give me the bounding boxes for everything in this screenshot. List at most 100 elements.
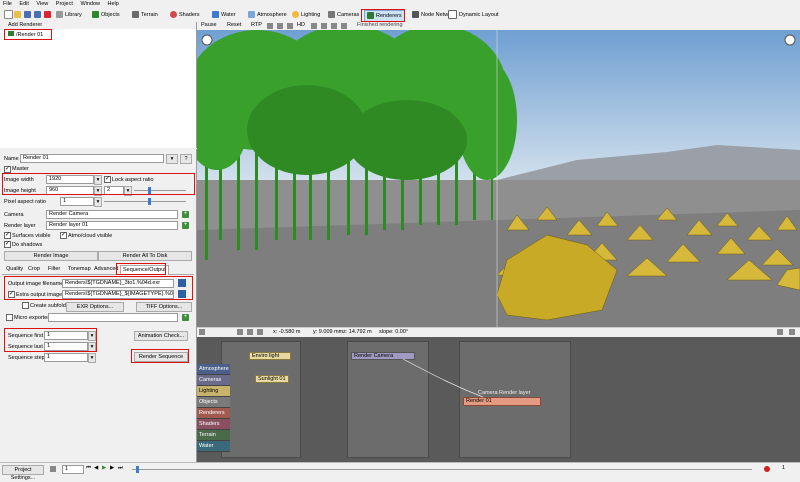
- library-button[interactable]: Library: [54, 10, 84, 20]
- surfaces-visible-checkbox[interactable]: [4, 231, 11, 239]
- tab-filter[interactable]: Filter: [46, 265, 62, 274]
- output-save-icon[interactable]: [178, 279, 186, 287]
- fast-forward-icon[interactable]: ⏭: [118, 465, 123, 472]
- keyframe-icon[interactable]: [50, 466, 56, 472]
- help-button[interactable]: ?: [180, 154, 192, 164]
- micro-exporter-add-icon[interactable]: +: [182, 314, 189, 321]
- seq-first-stepper[interactable]: ▾: [88, 331, 96, 341]
- menu-edit[interactable]: Edit: [16, 0, 31, 8]
- render-list-item[interactable]: /Render 01: [6, 31, 45, 38]
- record-icon[interactable]: [764, 466, 770, 472]
- seq-first-field[interactable]: 1: [44, 331, 88, 340]
- output-filename-field[interactable]: Renders\${TGDNAME}_3to1.%04d.exr: [62, 279, 174, 288]
- atmosphere-button[interactable]: Atmosphere: [246, 10, 289, 20]
- micro-exporter-field[interactable]: [48, 313, 178, 322]
- step-back-icon[interactable]: ◀: [94, 465, 98, 471]
- pixel-aspect-stepper[interactable]: ▾: [94, 197, 102, 207]
- node-network-panel[interactable]: Atmosphere Cameras Lighting Objects Rend…: [197, 337, 800, 462]
- tab-crop[interactable]: Crop: [26, 265, 42, 274]
- camera-field[interactable]: Render Camera: [46, 210, 178, 219]
- menu-project[interactable]: Project: [53, 0, 76, 8]
- renderers-button[interactable]: Renderers: [364, 10, 405, 22]
- step-forward-icon[interactable]: ▶: [110, 465, 114, 471]
- hd-button[interactable]: HD: [297, 22, 305, 28]
- pixel-aspect-field[interactable]: 1: [60, 197, 94, 206]
- expand-icon[interactable]: [199, 329, 205, 335]
- name-options-button[interactable]: ▾: [166, 154, 178, 164]
- tiff-options-button[interactable]: TIFF Options...: [136, 302, 192, 312]
- exr-options-button[interactable]: EXR Options...: [66, 302, 124, 312]
- lock-icon[interactable]: [321, 23, 327, 29]
- render-layer-field[interactable]: Render layer 01: [46, 221, 178, 230]
- render-sequence-button[interactable]: Render Sequence: [134, 352, 188, 362]
- render-layer-add-icon[interactable]: +: [182, 222, 189, 229]
- pause-button[interactable]: Pause: [201, 22, 217, 28]
- extra-output-checkbox[interactable]: [8, 290, 15, 298]
- scale-slider-handle[interactable]: [148, 187, 151, 194]
- menu-help[interactable]: Help: [105, 0, 122, 8]
- water-button[interactable]: Water: [210, 10, 237, 20]
- move-icon[interactable]: [237, 329, 243, 335]
- dynamic-layout-toggle[interactable]: Dynamic Layout: [446, 10, 500, 20]
- reset-button[interactable]: Reset: [227, 22, 241, 28]
- menu-window[interactable]: Window: [77, 0, 103, 8]
- image-height-stepper[interactable]: ▾: [94, 186, 102, 196]
- animation-check-button[interactable]: Animation Check...: [134, 331, 188, 341]
- pixel-aspect-slider-handle[interactable]: [148, 198, 151, 205]
- seq-last-field[interactable]: 1: [44, 342, 88, 351]
- micro-exporter-checkbox[interactable]: [6, 314, 13, 321]
- navigation-icon[interactable]: [201, 34, 213, 46]
- seq-last-stepper[interactable]: ▾: [88, 342, 96, 352]
- create-subfolders-checkbox[interactable]: [22, 302, 29, 309]
- menu-file[interactable]: File: [0, 0, 15, 8]
- master-checkbox[interactable]: [4, 165, 11, 173]
- timeline-track[interactable]: [132, 469, 752, 470]
- name-field[interactable]: Render 01: [20, 154, 164, 163]
- settings-icon[interactable]: [311, 23, 317, 29]
- zoom-icon[interactable]: [257, 329, 263, 335]
- lighting-button[interactable]: Lighting: [290, 10, 322, 20]
- view-icon[interactable]: [267, 23, 273, 29]
- image-width-field[interactable]: 1920: [46, 175, 94, 184]
- atmo-visible-checkbox[interactable]: [60, 231, 67, 239]
- sun-direction-icon[interactable]: [784, 34, 796, 46]
- seq-step-field[interactable]: 1: [44, 353, 88, 362]
- camera-add-icon[interactable]: +: [182, 211, 189, 218]
- extra-output-field[interactable]: Renders\${TGDNAME}_${IMAGETYPE}.%04d.exr: [62, 290, 174, 299]
- terrain-button[interactable]: Terrain: [130, 10, 160, 20]
- tab-quality[interactable]: Quality: [4, 265, 25, 274]
- add-renderer-label[interactable]: Add Renderer: [0, 22, 196, 29]
- objects-button[interactable]: Objects: [90, 10, 122, 20]
- project-settings-button[interactable]: Project Settings...: [2, 465, 44, 481]
- play-icon[interactable]: ▶: [102, 465, 106, 471]
- panel-close-icon[interactable]: [789, 329, 795, 335]
- crop-icon[interactable]: [331, 23, 337, 29]
- rotate-icon[interactable]: [247, 329, 253, 335]
- camera-view-icon[interactable]: [341, 23, 347, 29]
- lock-aspect-checkbox[interactable]: [104, 175, 111, 183]
- render-viewport[interactable]: [197, 30, 800, 327]
- seq-step-stepper[interactable]: ▾: [88, 353, 96, 363]
- shaders-button[interactable]: Shaders: [168, 10, 202, 20]
- rtp-button[interactable]: RTP: [251, 22, 262, 28]
- panel-toggle-icon[interactable]: [777, 329, 783, 335]
- timeline-playhead[interactable]: [136, 466, 139, 473]
- cameras-button[interactable]: Cameras: [326, 10, 361, 20]
- tab-advanced[interactable]: Advanced: [92, 265, 120, 274]
- menu-view[interactable]: View: [33, 0, 51, 8]
- rewind-icon[interactable]: ⏮: [86, 465, 91, 472]
- image-width-stepper[interactable]: ▾: [94, 175, 102, 185]
- pixel-aspect-slider-track[interactable]: [104, 201, 186, 202]
- do-shadows-checkbox[interactable]: [4, 240, 11, 248]
- scale-slider-track[interactable]: [134, 190, 186, 191]
- tab-tonemap[interactable]: Tonemap: [66, 265, 93, 274]
- tab-sequence-output[interactable]: Sequence/Output: [120, 265, 169, 275]
- current-frame-field[interactable]: 1: [62, 465, 84, 474]
- scale-stepper[interactable]: ▾: [124, 186, 132, 196]
- image-height-field[interactable]: 960: [46, 186, 94, 195]
- render-image-button[interactable]: Render Image: [4, 251, 98, 261]
- grid-icon[interactable]: [277, 23, 283, 29]
- extra-output-save-icon[interactable]: [178, 290, 186, 298]
- render-all-button[interactable]: Render All To Disk: [98, 251, 192, 261]
- eye-icon[interactable]: [287, 23, 293, 29]
